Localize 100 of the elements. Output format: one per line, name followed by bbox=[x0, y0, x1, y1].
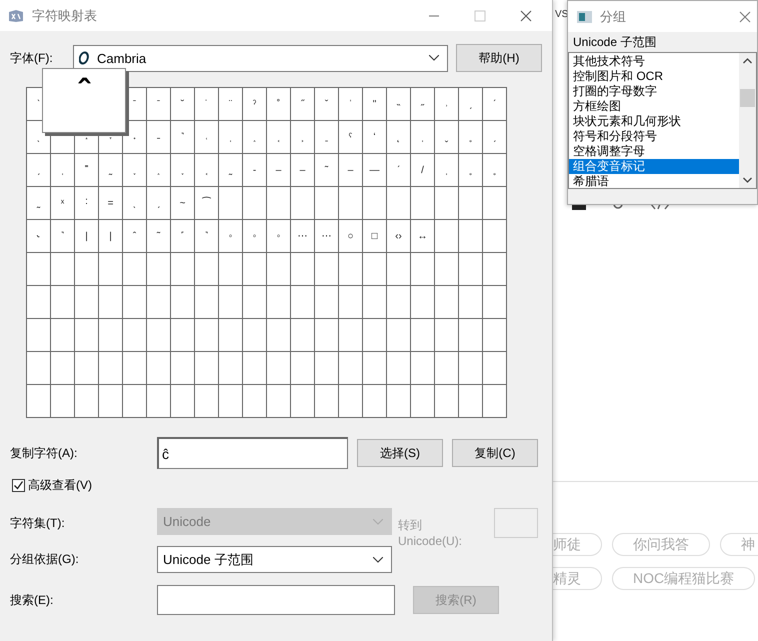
character-cell[interactable] bbox=[99, 286, 123, 319]
character-cell[interactable] bbox=[483, 187, 507, 220]
scrollbar[interactable] bbox=[739, 53, 756, 188]
character-cell[interactable] bbox=[459, 187, 483, 220]
character-cell[interactable] bbox=[99, 385, 123, 418]
character-cell[interactable] bbox=[195, 352, 219, 385]
list-item[interactable]: 方框绘图 bbox=[569, 99, 739, 114]
character-cell[interactable] bbox=[363, 253, 387, 286]
character-cell[interactable] bbox=[411, 319, 435, 352]
character-cell[interactable] bbox=[363, 286, 387, 319]
character-cell[interactable] bbox=[315, 385, 339, 418]
character-cell[interactable] bbox=[147, 352, 171, 385]
character-cell[interactable]: ○ bbox=[339, 220, 363, 253]
character-cell[interactable] bbox=[291, 352, 315, 385]
character-cell[interactable] bbox=[411, 187, 435, 220]
character-cell[interactable] bbox=[147, 253, 171, 286]
character-cell[interactable] bbox=[483, 286, 507, 319]
character-cell[interactable]: ˣ bbox=[51, 187, 75, 220]
character-cell[interactable]: ˯ bbox=[171, 154, 195, 187]
character-cell[interactable]: - bbox=[243, 154, 267, 187]
character-cell[interactable]: – bbox=[267, 154, 291, 187]
character-cell[interactable] bbox=[75, 385, 99, 418]
character-cell[interactable]: ˊ bbox=[387, 154, 411, 187]
character-cell[interactable]: ˊ bbox=[483, 88, 507, 121]
character-cell[interactable] bbox=[483, 385, 507, 418]
character-cell[interactable]: ˞ bbox=[27, 220, 51, 253]
character-cell[interactable]: ˍ bbox=[315, 121, 339, 154]
scroll-up-icon[interactable] bbox=[743, 58, 752, 64]
copy-button[interactable]: 复制(C) bbox=[452, 439, 538, 467]
character-cell[interactable]: ˎ bbox=[123, 187, 147, 220]
character-cell[interactable]: – bbox=[291, 154, 315, 187]
character-cell[interactable] bbox=[123, 286, 147, 319]
character-cell[interactable] bbox=[291, 319, 315, 352]
character-cell[interactable]: ˘ bbox=[171, 88, 195, 121]
character-cell[interactable] bbox=[459, 352, 483, 385]
list-item[interactable]: 块状元素和几何形状 bbox=[569, 114, 739, 129]
character-cell[interactable]: ˁ bbox=[339, 121, 363, 154]
character-cell[interactable] bbox=[387, 352, 411, 385]
character-cell[interactable] bbox=[267, 187, 291, 220]
character-cell[interactable] bbox=[483, 352, 507, 385]
character-cell[interactable]: ˳ bbox=[459, 154, 483, 187]
list-item[interactable]: 其他技术符号 bbox=[569, 54, 739, 69]
character-cell[interactable] bbox=[411, 352, 435, 385]
character-cell[interactable] bbox=[435, 220, 459, 253]
character-cell[interactable]: ˌ bbox=[51, 154, 75, 187]
character-cell[interactable]: / bbox=[411, 154, 435, 187]
character-cell[interactable] bbox=[123, 253, 147, 286]
character-cell[interactable]: ˏ bbox=[459, 88, 483, 121]
character-cell[interactable] bbox=[363, 319, 387, 352]
character-cell[interactable] bbox=[219, 253, 243, 286]
character-cell[interactable] bbox=[243, 253, 267, 286]
copy-field[interactable]: ĉ bbox=[157, 437, 348, 469]
character-cell[interactable] bbox=[75, 319, 99, 352]
character-cell[interactable] bbox=[171, 253, 195, 286]
character-cell[interactable] bbox=[459, 286, 483, 319]
character-cell[interactable]: ˲ bbox=[291, 121, 315, 154]
character-cell[interactable]: ~ bbox=[171, 187, 195, 220]
list-item[interactable]: 打圈的字母数字 bbox=[569, 84, 739, 99]
character-cell[interactable] bbox=[483, 319, 507, 352]
character-cell[interactable]: ˵ bbox=[387, 88, 411, 121]
character-cell[interactable] bbox=[243, 286, 267, 319]
character-cell[interactable] bbox=[459, 385, 483, 418]
character-cell[interactable]: ˝ bbox=[291, 88, 315, 121]
character-cell[interactable]: ˙ bbox=[195, 88, 219, 121]
character-cell[interactable]: ˰ bbox=[243, 121, 267, 154]
character-cell[interactable]: ˛ bbox=[387, 121, 411, 154]
character-cell[interactable]: ˏ bbox=[27, 154, 51, 187]
character-cell[interactable] bbox=[459, 319, 483, 352]
character-cell[interactable]: | bbox=[99, 220, 123, 253]
close-icon[interactable] bbox=[520, 10, 532, 22]
character-cell[interactable]: ˗ bbox=[147, 121, 171, 154]
character-cell[interactable] bbox=[27, 385, 51, 418]
character-cell[interactable]: ↔ bbox=[411, 220, 435, 253]
character-cell[interactable] bbox=[291, 286, 315, 319]
character-cell[interactable] bbox=[27, 286, 51, 319]
character-cell[interactable] bbox=[363, 385, 387, 418]
character-cell[interactable] bbox=[267, 253, 291, 286]
checkbox[interactable] bbox=[12, 479, 25, 492]
character-cell[interactable] bbox=[195, 385, 219, 418]
character-cell[interactable] bbox=[435, 385, 459, 418]
character-cell[interactable]: ˌ bbox=[219, 121, 243, 154]
character-cell[interactable] bbox=[219, 319, 243, 352]
character-cell[interactable] bbox=[99, 319, 123, 352]
character-cell[interactable]: ˌ bbox=[411, 121, 435, 154]
character-cell[interactable] bbox=[51, 286, 75, 319]
list-item[interactable]: 空格调整字母 bbox=[569, 144, 739, 159]
character-cell[interactable] bbox=[147, 286, 171, 319]
character-cell[interactable]: ˶ bbox=[411, 88, 435, 121]
goto-unicode-field[interactable] bbox=[494, 508, 538, 538]
character-cell[interactable]: ʻ bbox=[363, 121, 387, 154]
character-cell[interactable]: ⋯ bbox=[291, 220, 315, 253]
character-cell[interactable] bbox=[339, 187, 363, 220]
character-cell[interactable] bbox=[219, 187, 243, 220]
character-cell[interactable] bbox=[75, 253, 99, 286]
list-item[interactable]: 希腊语 bbox=[569, 174, 739, 188]
character-cell[interactable] bbox=[195, 286, 219, 319]
character-cell[interactable]: ˜ bbox=[315, 154, 339, 187]
character-cell[interactable]: ⋯ bbox=[315, 220, 339, 253]
character-cell[interactable]: ˹ bbox=[171, 220, 195, 253]
character-cell[interactable] bbox=[195, 319, 219, 352]
